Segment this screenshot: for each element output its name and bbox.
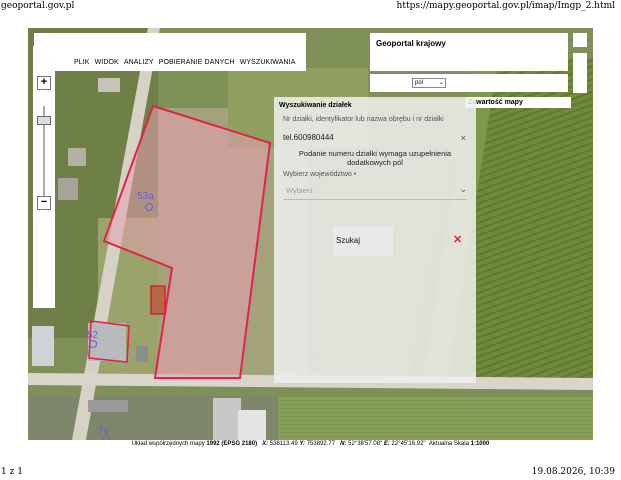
n-value: 52°38'57.08" [348,441,383,447]
scale-label: Aktualna Skala [428,441,469,447]
search-input-placeholder: Nr działki, identyfikator lub nazwa obrę… [283,116,444,123]
chevron-down-icon: ⌄ [438,80,444,86]
clear-input-icon[interactable]: × [461,133,466,143]
e-label: E: [383,441,390,447]
menu-analizy[interactable]: ANALIZY [124,59,154,66]
crs-value: 1992 (EPSG 2180) [206,441,258,447]
parcel-point-icon [102,435,110,440]
x-label: X: [262,441,269,447]
parcel-search-panel: Wyszukiwanie działek Nr działki, identyf… [274,97,476,383]
zoom-panel: + − [33,46,55,308]
parcel-search-input[interactable]: tel.600980444 [283,133,467,143]
print-page-number: 1 z 1 [1,467,23,477]
y-label: Y: [299,441,306,447]
language-select[interactable]: pol ⌄ [412,78,446,88]
language-value: pol [415,80,424,86]
parcel-point-icon [89,340,97,348]
menu-pobieranie-danych[interactable]: POBIERANIE DANYCH [159,59,235,66]
print-url: https://mapy.geoportal.gov.pl/imap/Imgp_… [396,1,615,11]
parcel-label-53a: 53a [137,191,154,202]
scale-value: 1:1000 [470,441,490,447]
map-viewport[interactable]: 53a 52 79 51 + − PLIK WIDOK ANALIZY POBI… [28,28,593,440]
page-title: Geoportal krajowy [376,39,446,48]
side-toolbar[interactable] [573,53,587,93]
menu-widok[interactable]: WIDOK [95,59,119,66]
search-button[interactable]: Szukaj [336,236,360,245]
voivodeship-select[interactable]: Wybierz ⌄ [283,184,467,197]
layers-tab[interactable]: Zawartość mapy [465,97,571,108]
zoom-out-button[interactable]: − [37,196,51,210]
menu-wyszukiwania[interactable]: WYSZUKIWANIA [240,59,296,66]
chevron-down-icon: ⌄ [459,184,467,194]
crs-label: Układ współrzędnych mapy [131,441,205,447]
search-note: Podanie numeru działki wymaga uzupełnien… [298,149,452,167]
close-icon[interactable]: ✕ [453,233,462,246]
header-panel: Geoportal krajowy [370,33,568,71]
language-panel: pol ⌄ [370,74,568,92]
main-menu: PLIK WIDOK ANALIZY POBIERANIE DANYCH WYS… [34,33,306,71]
side-toolbar-top[interactable] [573,33,587,47]
voivodeship-value: Wybierz [286,186,314,195]
print-site: geoportal.gov.pl [1,1,75,11]
zoom-in-button[interactable]: + [37,76,51,90]
n-label: N: [340,441,347,447]
menu-plik[interactable]: PLIK [74,59,90,66]
zoom-slider-handle[interactable] [37,116,51,125]
e-value: 22°45'16.92" [391,441,426,447]
divider [283,199,467,200]
print-datetime: 19.08.2026, 10:39 [531,467,615,477]
search-panel-title: Wyszukiwanie działek [279,102,352,109]
y-value: 753892.77 [306,441,336,447]
coordinates-status-bar: Układ współrzędnych mapy 1992 (EPSG 2180… [0,441,621,447]
x-value: 538113.49 [269,441,298,447]
parcel-point-icon [145,203,153,211]
voivodeship-label: Wybierz województwo • [283,171,357,178]
